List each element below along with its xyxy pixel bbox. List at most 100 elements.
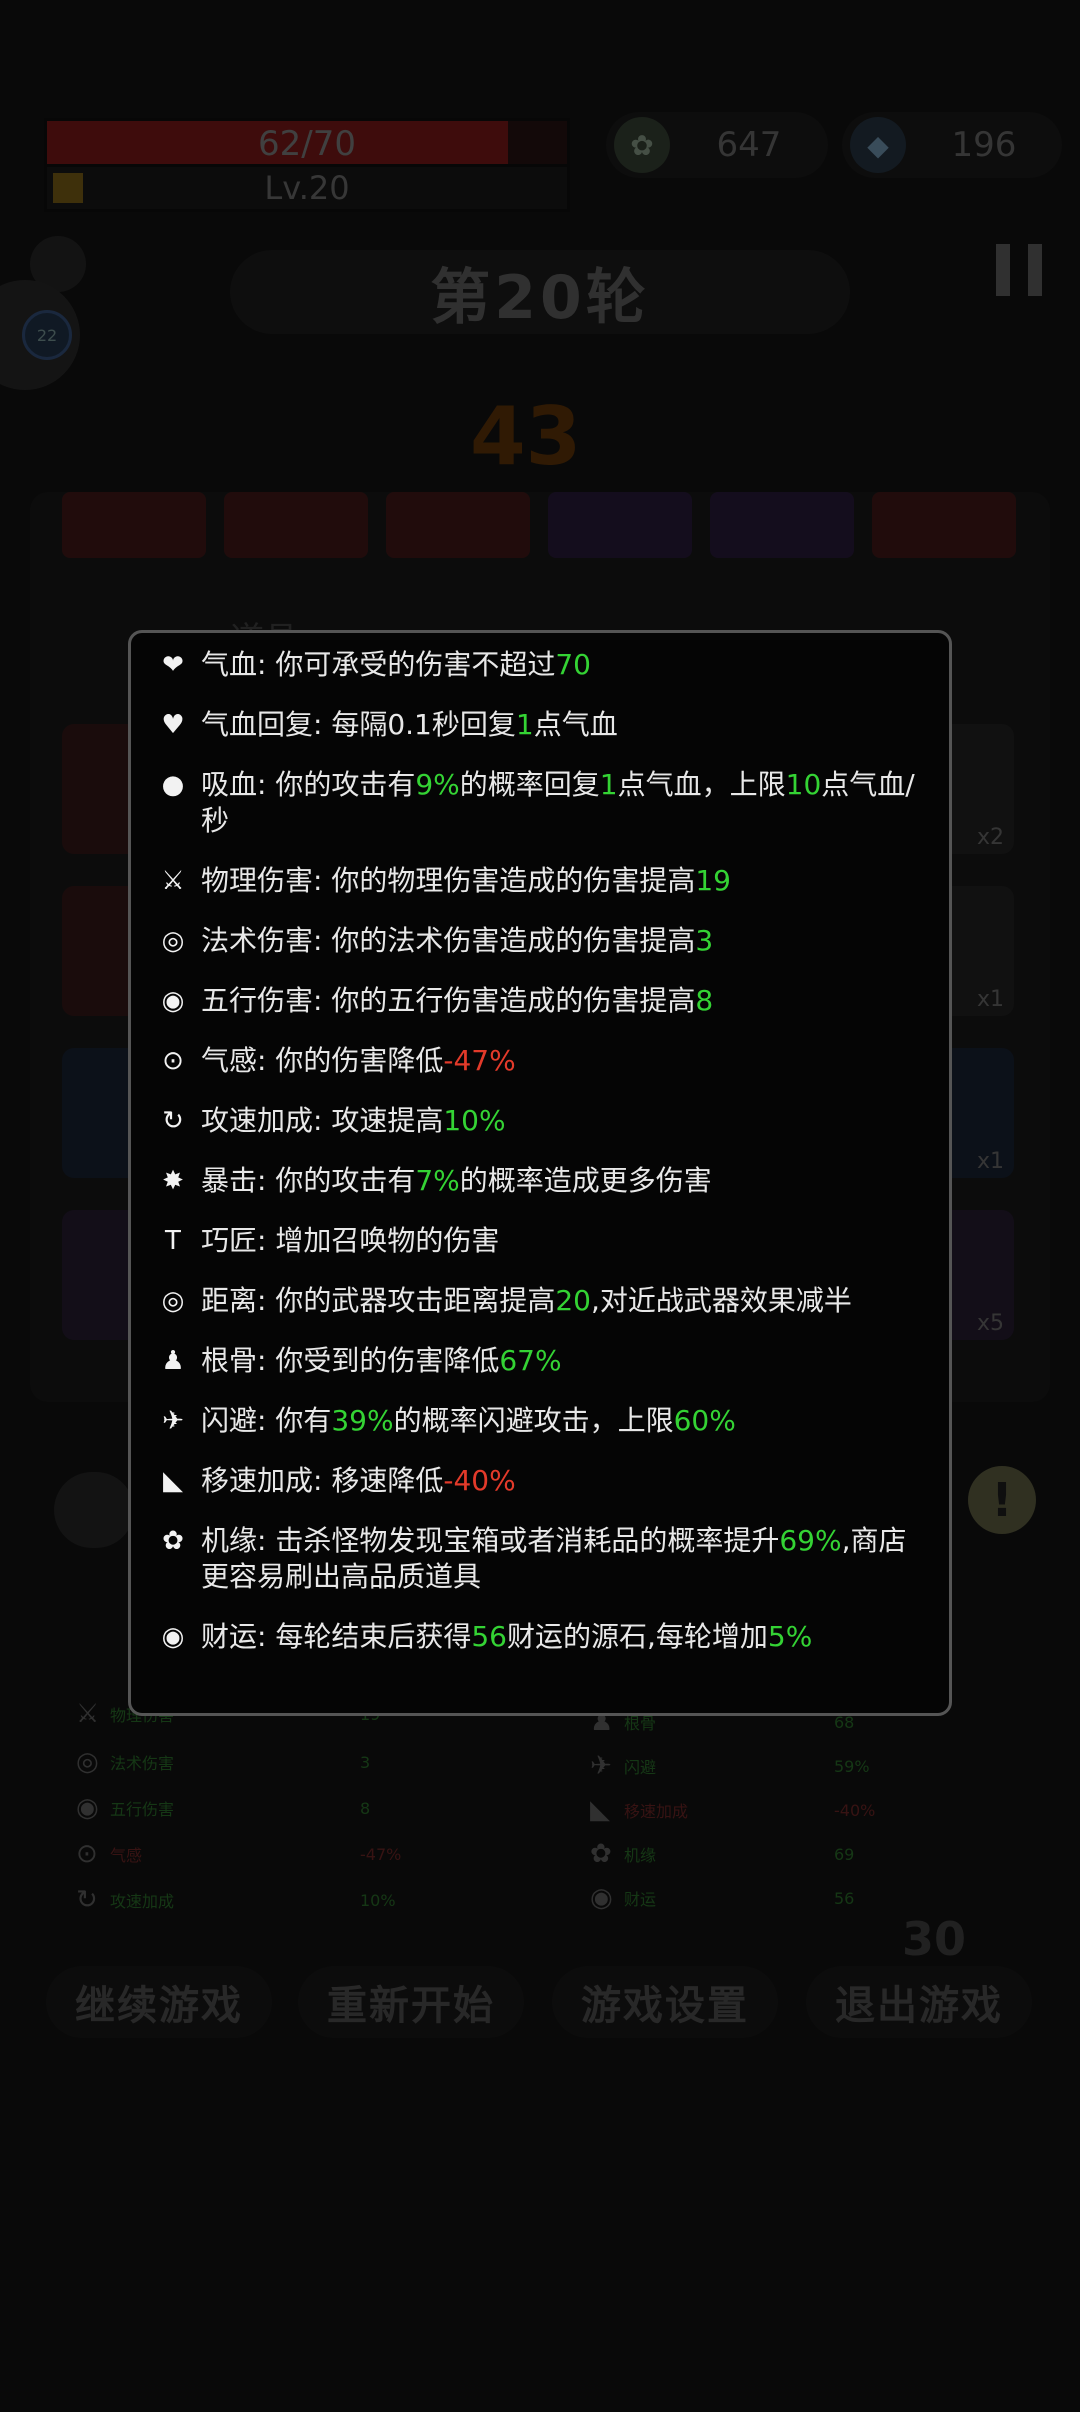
tooltip-text: 吸血: 你的攻击有9%的概率回复1点气血，上限10点气血/秒 [193, 767, 927, 839]
floating-assistant-button[interactable]: 22 [0, 280, 80, 390]
tooltip-row: ✸ 暴击: 你的攻击有7%的概率造成更多伤害 [153, 1163, 927, 1199]
attack-speed-icon: ↻ [76, 1885, 98, 1915]
weapon-card[interactable] [548, 492, 692, 558]
tooltip-row: ◣ 移速加成: 移速降低-40% [153, 1463, 927, 1499]
tooltip-text-part: 的概率闪避攻击，上限 [393, 1404, 674, 1437]
tooltip-text-part: 财运: 每轮结束后获得 [201, 1620, 472, 1653]
item-quantity: x1 [976, 987, 1004, 1012]
blood-drop-icon: ● [161, 770, 185, 800]
tooltip-text: 物理伤害: 你的物理伤害造成的伤害提高19 [193, 863, 927, 899]
tooltip-row: ♟ 根骨: 你受到的伤害降低67% [153, 1343, 927, 1379]
stat-row: ⊙ 气感 -47% [76, 1834, 401, 1874]
weapon-card[interactable] [62, 492, 206, 558]
tooltip-value: 5% [767, 1620, 813, 1653]
critical-icon: ✸ [162, 1166, 184, 1196]
tooltip-text: 法术伤害: 你的法术伤害造成的伤害提高3 [193, 923, 927, 959]
tooltip-text-part: 机缘: 击杀怪物发现宝箱或者消耗品的概率提升 [201, 1524, 780, 1557]
currency-pill-2: ◆ 196 [842, 112, 1062, 178]
weapon-card[interactable] [224, 492, 368, 558]
tooltip-value: 1 [515, 708, 534, 741]
tooltip-row: ◉ 五行伤害: 你的五行伤害造成的伤害提高8 [153, 983, 927, 1019]
tooltip-text-part: 五行伤害: 你的五行伤害造成的伤害提高 [201, 984, 696, 1017]
weapon-card[interactable] [872, 492, 1016, 558]
countdown-timer: 43 [470, 390, 582, 483]
tooltip-text: 根骨: 你受到的伤害降低67% [193, 1343, 927, 1379]
tooltip-text-part: 吸血: 你的攻击有 [201, 768, 416, 801]
tooltip-text-part: 的概率回复 [459, 768, 600, 801]
restart-button[interactable]: 重新开始 [298, 1966, 524, 2038]
dodge-icon: ✈ [162, 1406, 184, 1436]
stat-value: 10% [360, 1890, 396, 1910]
item-quantity: x5 [976, 1311, 1004, 1336]
stat-value: 8 [360, 1798, 371, 1818]
health-bar: 62/70 [44, 118, 570, 170]
five-elements-icon: ◉ [161, 986, 185, 1016]
stat-value: 59% [834, 1756, 870, 1776]
weapon-card[interactable] [386, 492, 530, 558]
tooltip-value: 8 [695, 984, 714, 1017]
tooltip-value: 9% [415, 768, 460, 801]
quit-game-button[interactable]: 退出游戏 [806, 1966, 1032, 2038]
tooltip-value: 67% [499, 1344, 562, 1377]
level-text: Lv.20 [264, 169, 350, 207]
stat-name: 五行伤害 [110, 1800, 175, 1819]
tooltip-value: 39% [331, 1404, 394, 1437]
tooltip-text-part: 暴击: 你的攻击有 [201, 1164, 416, 1197]
attack-speed-icon: ↻ [162, 1106, 184, 1136]
stat-value: -40% [834, 1800, 876, 1820]
pause-icon [996, 244, 1010, 296]
tooltip-text: 闪避: 你有39%的概率闪避攻击，上限60% [193, 1403, 927, 1439]
character-avatar [54, 1472, 134, 1548]
sword-icon: ⚔ [161, 866, 185, 896]
tooltip-text: 五行伤害: 你的五行伤害造成的伤害提高8 [193, 983, 927, 1019]
pause-button[interactable] [996, 244, 1042, 296]
fortune-cycle-icon: ✿ [162, 1526, 184, 1556]
boot-icon: ◣ [163, 1466, 183, 1496]
tooltip-text-part: 根骨: 你受到的伤害降低 [201, 1344, 500, 1377]
stat-name: 移速加成 [624, 1802, 689, 1821]
game-settings-button[interactable]: 游戏设置 [552, 1966, 778, 2038]
tooltip-value: 3 [695, 924, 714, 957]
tooltip-value: 56 [471, 1620, 507, 1653]
dodge-icon: ✈ [590, 1751, 612, 1781]
heart-regen-icon: ♥ [161, 710, 185, 740]
tooltip-value: 7% [415, 1164, 460, 1197]
currency-2-value: 196 [951, 125, 1017, 165]
tooltip-value: 19 [695, 864, 731, 897]
tooltip-text: 气感: 你的伤害降低-47% [193, 1043, 927, 1079]
stat-row: ◣ 移速加成 -40% [590, 1790, 875, 1830]
weapon-card[interactable] [710, 492, 854, 558]
item-quantity: x2 [976, 825, 1004, 850]
level-bar: Lv.20 [44, 164, 570, 212]
bag-icon: ✿ [614, 117, 670, 173]
tooltip-text-part: 距离: 你的武器攻击距离提高 [201, 1284, 556, 1317]
tooltip-row: ↻ 攻速加成: 攻速提高10% [153, 1103, 927, 1139]
stat-name: 闪避 [624, 1758, 657, 1777]
stat-name: 气感 [110, 1846, 143, 1865]
tooltip-text: 距离: 你的武器攻击距离提高20,对近战武器效果减半 [193, 1283, 927, 1319]
tooltip-text: 暴击: 你的攻击有7%的概率造成更多伤害 [193, 1163, 927, 1199]
stat-value: 3 [360, 1752, 371, 1772]
info-warning-button[interactable]: ! [968, 1466, 1036, 1534]
stat-value: 56 [834, 1888, 855, 1908]
tooltip-value: 70 [555, 648, 591, 681]
stats-tooltip: ❤ 气血: 你可承受的伤害不超过70 ♥ 气血回复: 每隔0.1秒回复1点气血 ● 吸血:… [128, 630, 952, 1716]
tooltip-row: ⚔ 物理伤害: 你的物理伤害造成的伤害提高19 [153, 863, 927, 899]
qi-sense-icon: ⊙ [162, 1046, 184, 1076]
tooltip-row: T 巧匠: 增加召唤物的伤害 [153, 1223, 927, 1259]
tooltip-row: ✿ 机缘: 击杀怪物发现宝箱或者消耗品的概率提升69%,商店更容易刷出高品质道具 [153, 1523, 927, 1595]
continue-game-button[interactable]: 继续游戏 [46, 1966, 272, 2038]
stat-value: 69 [834, 1844, 855, 1864]
boot-icon: ◣ [590, 1795, 610, 1825]
stat-row: ◉ 五行伤害 8 [76, 1788, 370, 1828]
currency-pill-1: ✿ 647 [606, 112, 828, 178]
sword-icon: ⚔ [76, 1699, 100, 1729]
tooltip-value: 1 [599, 768, 618, 801]
tooltip-row: ◎ 距离: 你的武器攻击距离提高20,对近战武器效果减半 [153, 1283, 927, 1319]
tooltip-text-part: 气感: 你的伤害降低 [201, 1044, 444, 1077]
tooltip-row: ♥ 气血回复: 每隔0.1秒回复1点气血 [153, 707, 927, 743]
stat-name: 法术伤害 [110, 1754, 175, 1773]
coin-icon: ◉ [590, 1883, 613, 1913]
pause-icon-bar [1028, 244, 1042, 296]
tooltip-text: 财运: 每轮结束后获得56财运的源石,每轮增加5% [193, 1619, 927, 1655]
